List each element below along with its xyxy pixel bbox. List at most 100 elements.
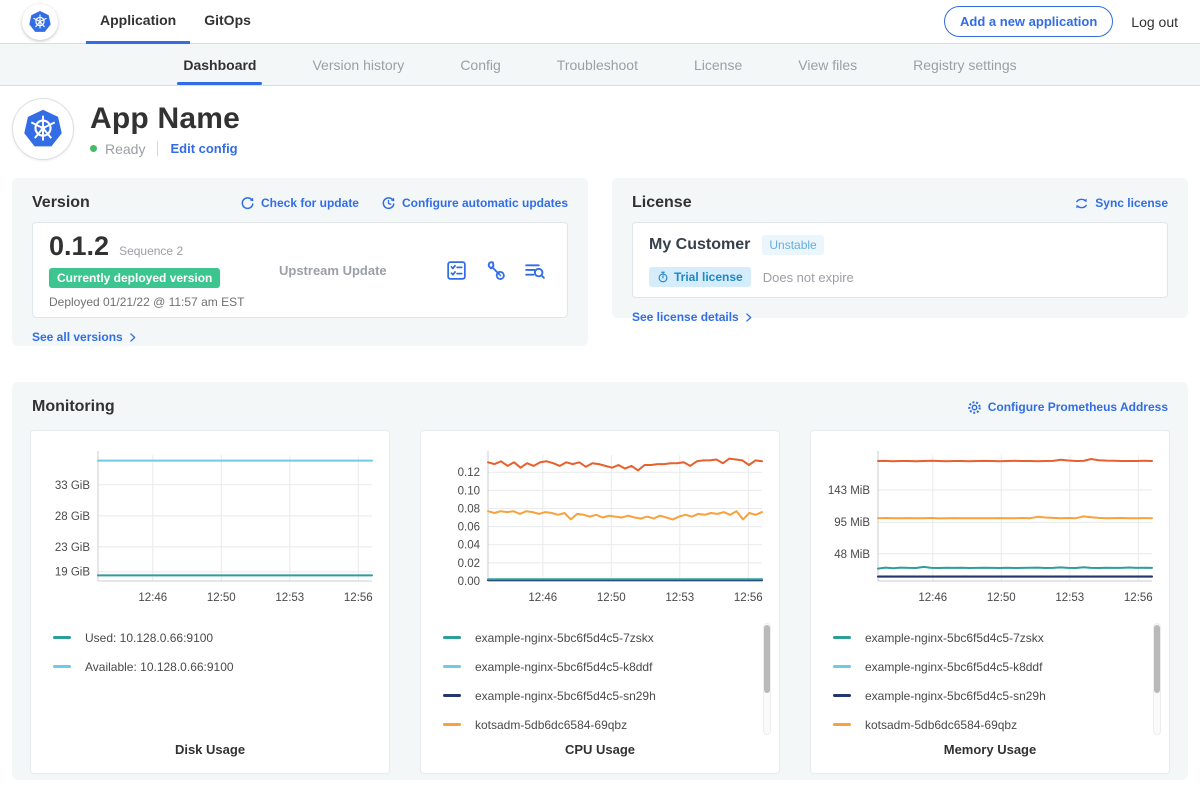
legend-item[interactable]: example-nginx-5bc6f5d4c5-7zskx — [443, 623, 753, 652]
tab-view-files[interactable]: View files — [798, 57, 857, 73]
topnav-tab-gitops[interactable]: GitOps — [190, 0, 265, 44]
see-all-versions-label: See all versions — [32, 330, 123, 344]
preflight-checks-icon[interactable] — [444, 258, 469, 283]
check-for-update-link[interactable]: Check for update — [240, 196, 359, 211]
tab-version-history[interactable]: Version history — [312, 57, 404, 73]
chart-title: Disk Usage — [31, 742, 389, 757]
legend-label: example-nginx-5bc6f5d4c5-sn29h — [475, 689, 656, 703]
svg-text:12:50: 12:50 — [597, 592, 626, 604]
legend-scrollbar-thumb[interactable] — [1154, 625, 1160, 693]
legend-label: example-nginx-5bc6f5d4c5-7zskx — [865, 631, 1044, 645]
svg-text:0.02: 0.02 — [458, 558, 480, 570]
summary-cards-row: Version Check for update — [0, 170, 1200, 346]
tab-config[interactable]: Config — [460, 57, 500, 73]
legend-label: example-nginx-5bc6f5d4c5-k8ddf — [865, 660, 1042, 674]
tab-license[interactable]: License — [694, 57, 742, 73]
channel-badge: Unstable — [762, 235, 823, 255]
configure-prometheus-link[interactable]: Configure Prometheus Address — [967, 400, 1168, 415]
legend-item[interactable]: example-nginx-5bc6f5d4c5-k8ddf — [833, 652, 1143, 681]
legend-swatch — [53, 665, 71, 668]
chart-title: CPU Usage — [421, 742, 779, 757]
app-status-text: Ready — [105, 141, 145, 157]
topnav-tabs: Application GitOps — [86, 0, 265, 44]
legend-swatch — [443, 665, 461, 668]
current-version-panel: 0.1.2 Sequence 2 Currently deployed vers… — [32, 222, 568, 318]
legend-item[interactable]: kotsadm-5db6dc6584-69qbz — [833, 710, 1143, 739]
chart-title: Memory Usage — [811, 742, 1169, 757]
customer-name: My Customer — [649, 236, 750, 254]
divider — [157, 141, 158, 156]
svg-text:0.12: 0.12 — [458, 467, 480, 479]
svg-text:143 MiB: 143 MiB — [828, 485, 871, 497]
legend-item[interactable]: example-nginx-5bc6f5d4c5-sn29h — [443, 681, 753, 710]
chart-cards-row: 19 GiB23 GiB28 GiB33 GiB12:4612:5012:531… — [30, 430, 1170, 774]
legend-label: kotsadm-5db6dc6584-69qbz — [865, 718, 1017, 732]
see-license-details-link[interactable]: See license details — [632, 310, 754, 324]
legend-scrollbar-track[interactable] — [1153, 623, 1161, 735]
sync-license-label: Sync license — [1095, 196, 1168, 210]
topnav-right: Add a new application Log out — [944, 6, 1178, 37]
svg-text:12:50: 12:50 — [987, 592, 1016, 604]
legend-item[interactable]: Available: 10.128.0.66:9100 — [53, 652, 363, 681]
edit-config-link[interactable]: Edit config — [170, 141, 237, 156]
svg-text:0.06: 0.06 — [458, 522, 480, 534]
app-header: App Name Ready Edit config — [0, 86, 1200, 170]
tab-troubleshoot[interactable]: Troubleshoot — [557, 57, 638, 73]
legend-swatch — [833, 694, 851, 697]
svg-text:0.08: 0.08 — [458, 503, 480, 515]
memory-usage-chart: 48 MiB 95 MiB 143 MiB 12:46 12:50 12:53 12:56 — [818, 445, 1162, 611]
trial-license-badge: Trial license — [649, 267, 751, 287]
sync-license-link[interactable]: Sync license — [1074, 196, 1168, 211]
see-license-details-label: See license details — [632, 310, 739, 324]
deployed-timestamp: Deployed 01/21/22 @ 11:57 am EST — [49, 295, 279, 309]
svg-text:12:56: 12:56 — [1124, 592, 1153, 604]
deploy-logs-icon[interactable] — [522, 258, 547, 283]
add-application-button[interactable]: Add a new application — [944, 6, 1113, 37]
auto-update-clock-icon — [381, 196, 396, 211]
svg-text:48 MiB: 48 MiB — [834, 549, 870, 561]
version-source-label: Upstream Update — [279, 263, 444, 278]
legend-item[interactable]: example-nginx-5bc6f5d4c5-k8ddf — [443, 652, 753, 681]
svg-text:12:53: 12:53 — [1055, 592, 1084, 604]
svg-text:12:46: 12:46 — [138, 592, 167, 604]
topnav-tab-application[interactable]: Application — [86, 0, 190, 44]
svg-text:12:56: 12:56 — [734, 592, 763, 604]
kubernetes-logo[interactable] — [22, 4, 58, 40]
legend-item[interactable]: kotsadm-5db6dc6584-69qbz — [443, 710, 753, 739]
cpu-usage-legend: example-nginx-5bc6f5d4c5-7zskxexample-ng… — [421, 621, 779, 741]
app-subnav: Dashboard Version history Config Trouble… — [0, 44, 1200, 86]
configure-automatic-updates-link[interactable]: Configure automatic updates — [381, 196, 568, 211]
sync-icon — [1074, 196, 1089, 211]
legend-item[interactable]: Used: 10.128.0.66:9100 — [53, 623, 363, 652]
disk-usage-chart: 19 GiB23 GiB28 GiB33 GiB12:4612:5012:531… — [38, 445, 382, 611]
legend-item[interactable]: example-nginx-5bc6f5d4c5-7zskx — [833, 623, 1143, 652]
tab-dashboard[interactable]: Dashboard — [183, 57, 256, 73]
svg-text:12:46: 12:46 — [918, 592, 947, 604]
svg-text:12:46: 12:46 — [528, 592, 557, 604]
monitoring-section: Monitoring Configure Prometheus Address … — [12, 382, 1188, 780]
config-wrench-icon[interactable] — [483, 258, 508, 283]
see-all-versions-link[interactable]: See all versions — [32, 330, 138, 344]
legend-scrollbar-thumb[interactable] — [764, 625, 770, 693]
check-for-update-label: Check for update — [261, 196, 359, 210]
version-card-title: Version — [32, 194, 90, 212]
legend-scrollbar-track[interactable] — [763, 623, 771, 735]
stopwatch-icon — [657, 271, 669, 283]
configure-automatic-updates-label: Configure automatic updates — [402, 196, 568, 210]
version-number: 0.1.2 — [49, 231, 109, 262]
license-expiry: Does not expire — [763, 270, 854, 285]
kubernetes-app-icon — [22, 108, 64, 150]
legend-label: Used: 10.128.0.66:9100 — [85, 631, 213, 645]
svg-text:12:50: 12:50 — [207, 592, 236, 604]
license-card-title: License — [632, 194, 692, 212]
topnav-tab-label: GitOps — [204, 12, 251, 28]
version-sequence: Sequence 2 — [119, 244, 183, 258]
legend-swatch — [443, 694, 461, 697]
tab-registry-settings[interactable]: Registry settings — [913, 57, 1016, 73]
disk-usage-card: 19 GiB23 GiB28 GiB33 GiB12:4612:5012:531… — [30, 430, 390, 774]
legend-item[interactable]: example-nginx-5bc6f5d4c5-sn29h — [833, 681, 1143, 710]
chevron-right-icon — [743, 312, 754, 323]
svg-text:95 MiB: 95 MiB — [834, 517, 870, 529]
svg-text:0.10: 0.10 — [458, 485, 480, 497]
logout-link[interactable]: Log out — [1131, 14, 1178, 30]
